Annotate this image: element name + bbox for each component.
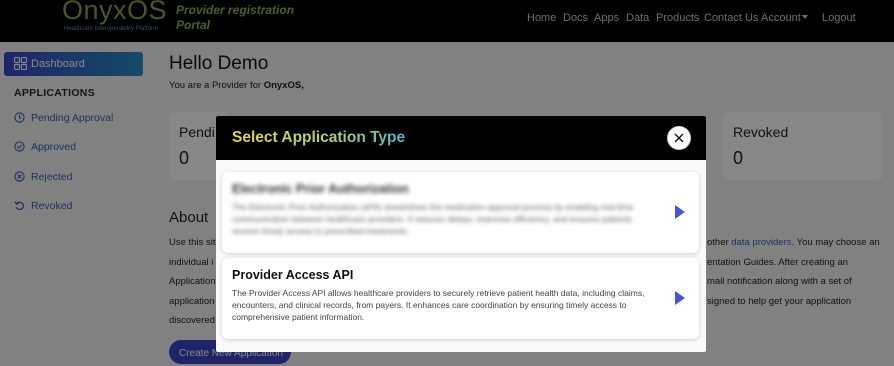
- option-title: Electronic Prior Authorization: [232, 182, 409, 196]
- play-arrow-icon: [675, 291, 685, 305]
- option-description: The Provider Access API allows healthcar…: [232, 288, 645, 322]
- close-button[interactable]: [667, 126, 691, 150]
- modal-header: Select Application Type: [216, 116, 706, 160]
- play-arrow-icon: [675, 205, 685, 219]
- option-description: The Electronic Prior Authorization (ePA)…: [232, 202, 634, 236]
- option-provider-access-api[interactable]: Provider Access API The Provider Access …: [222, 258, 699, 339]
- close-icon: [674, 133, 684, 143]
- modal-title: Select Application Type: [232, 129, 406, 146]
- option-electronic-prior-authorization[interactable]: Electronic Prior Authorization The Elect…: [222, 172, 699, 253]
- option-title: Provider Access API: [232, 268, 354, 282]
- select-application-type-modal: Select Application Type Electronic Prior…: [216, 116, 706, 352]
